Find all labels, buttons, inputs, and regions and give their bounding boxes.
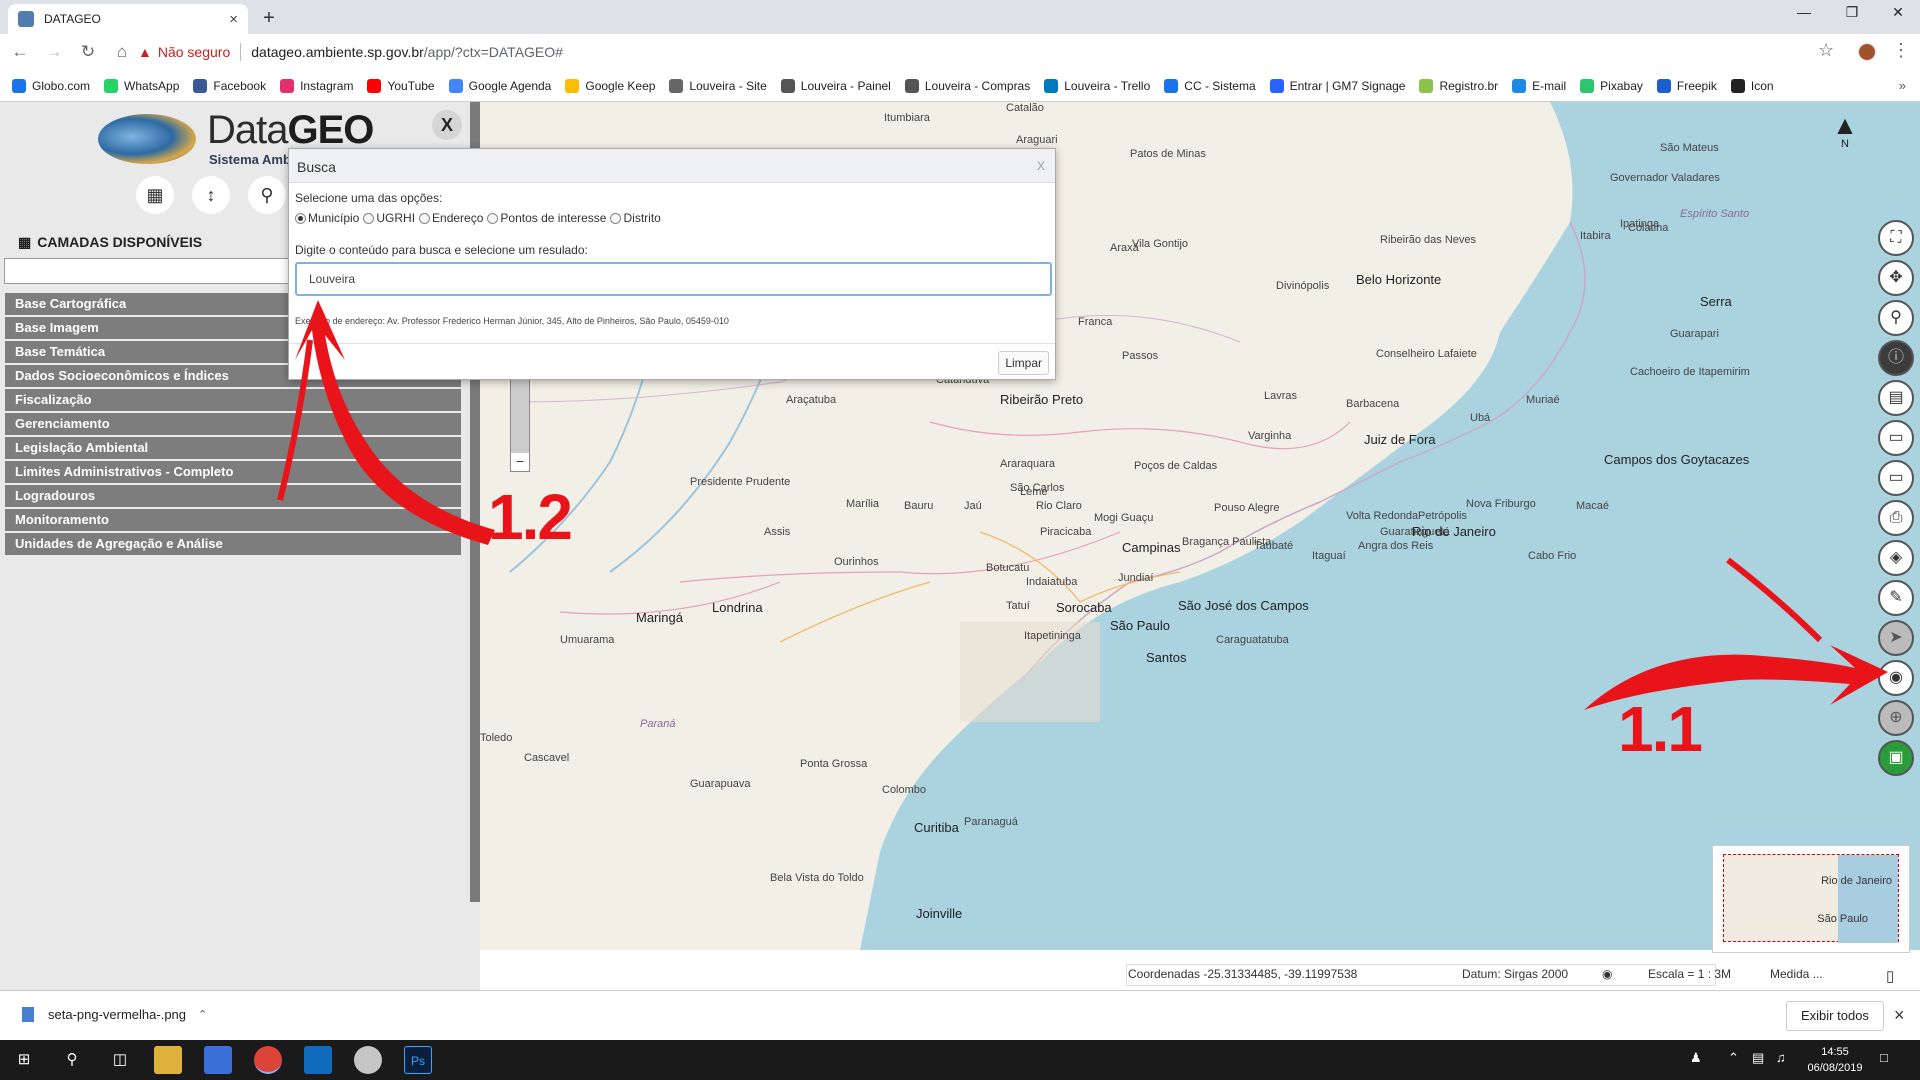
download-filename: seta-png-vermelha-.png (48, 1007, 187, 1022)
task-view-icon[interactable]: ◫ (106, 1046, 134, 1074)
network-icon[interactable]: ▤ (1752, 1050, 1764, 1066)
arrow-1-2 (295, 300, 495, 545)
windows-taskbar: ⊞ ⚲ ◫ Ps ♟ ⌃ ▤ ♫ 14:55 06/08/2019 □ (0, 1040, 1920, 1080)
arrow-1-1-tail (1726, 557, 1823, 643)
notifications-icon[interactable]: □ (1880, 1050, 1888, 1065)
annotation-step-1-1: 1.1 (1618, 693, 1703, 765)
search-icon[interactable]: ⚲ (58, 1046, 86, 1074)
windows-start-icon[interactable]: ⊞ (10, 1046, 38, 1074)
chevron-up-icon[interactable]: ⌃ (1728, 1050, 1739, 1066)
file-icon (22, 1007, 34, 1022)
download-item[interactable]: seta-png-vermelha-.png ⌃ (22, 1007, 207, 1022)
arrow-1-2-tail (277, 339, 313, 501)
downloads-bar: seta-png-vermelha-.png ⌃ Exibir todos × (0, 990, 1920, 1040)
app-icon[interactable] (354, 1046, 382, 1074)
photoshop-icon[interactable]: Ps (404, 1046, 432, 1074)
store-icon[interactable] (204, 1046, 232, 1074)
file-explorer-icon[interactable] (154, 1046, 182, 1074)
clock-time: 14:55 (1821, 1046, 1849, 1058)
people-icon[interactable]: ♟ (1690, 1050, 1702, 1066)
annotation-step-1-2: 1.2 (488, 481, 573, 553)
clock-date: 06/08/2019 (1807, 1062, 1863, 1074)
chrome-icon[interactable] (254, 1046, 282, 1074)
clock[interactable]: 14:55 06/08/2019 (1800, 1044, 1870, 1076)
outlook-icon[interactable] (304, 1046, 332, 1074)
downloads-close-icon[interactable]: × (1894, 1005, 1905, 1026)
annotation-arrows (277, 300, 1888, 710)
volume-icon[interactable]: ♫ (1776, 1050, 1786, 1065)
chevron-up-icon[interactable]: ⌃ (198, 1008, 207, 1021)
show-all-button[interactable]: Exibir todos (1786, 1001, 1884, 1031)
